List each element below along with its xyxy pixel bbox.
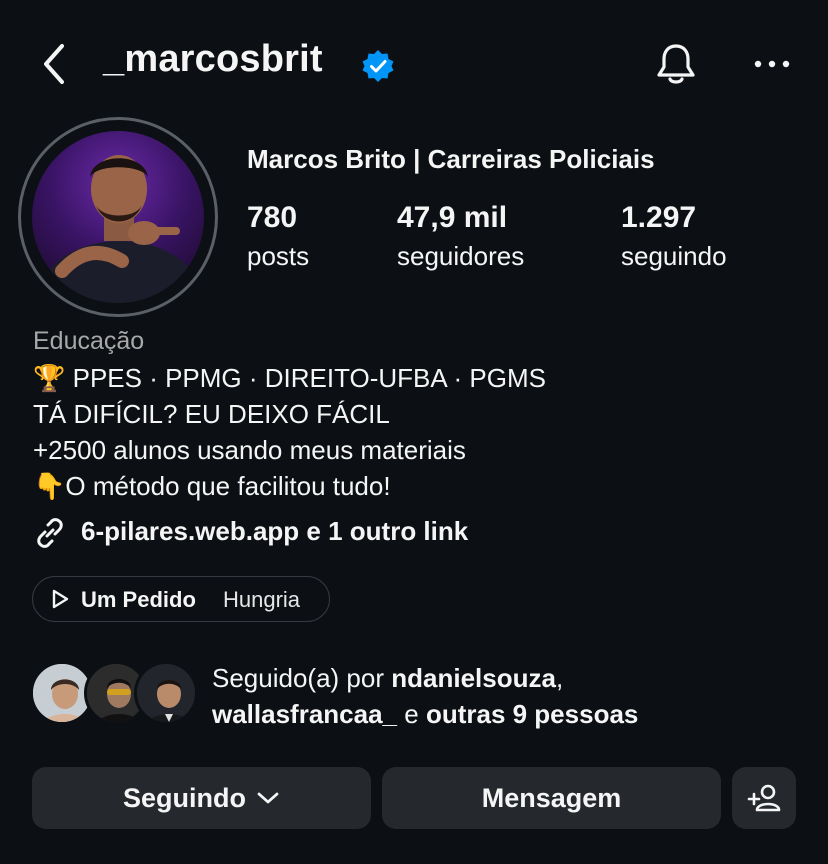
more-icon[interactable] (748, 48, 796, 80)
back-icon[interactable] (36, 40, 76, 88)
top-bar: _marcosbrit (0, 0, 828, 130)
following-button[interactable]: Seguindo (32, 767, 371, 829)
music-title: Um Pedido (81, 587, 196, 612)
add-person-icon (747, 784, 781, 812)
stat-posts-label: posts (247, 241, 310, 271)
followed-by-text[interactable]: Seguido(a) por ndanielsouza, wallasfranc… (212, 660, 812, 732)
following-button-label: Seguindo (123, 782, 246, 813)
followed-by-user[interactable]: ndanielsouza (391, 663, 556, 693)
followed-by-separator: , (555, 663, 564, 693)
stat-following[interactable]: 1.297 seguindo (621, 200, 727, 274)
profile-username: _marcosbrit (103, 38, 323, 80)
stat-following-label: seguindo (621, 241, 727, 271)
profile-category: Educação (33, 327, 145, 355)
bio-line: 👇O método que facilitou tudo! (33, 471, 391, 501)
music-artist: Hungria (223, 587, 301, 612)
followed-by-others[interactable]: outras 9 pessoas (426, 699, 638, 729)
bio-line: +2500 alunos usando meus materiais (33, 435, 466, 465)
suggest-people-button[interactable] (732, 767, 796, 829)
followed-by-and: e (397, 699, 426, 729)
bio-line: 🏆 PPES · PPMG · DIREITO-UFBA · PGMS (33, 363, 546, 393)
verified-badge-icon (361, 49, 395, 83)
bell-icon[interactable] (652, 40, 700, 88)
stat-followers-value: 47,9 mil (397, 201, 508, 234)
bio-link-text: 6-pilares.web.app e 1 outro link (81, 516, 469, 546)
followed-by-prefix: Seguido(a) por (212, 663, 392, 693)
profile-music-pill[interactable]: Um Pedido Hungria (32, 576, 330, 622)
stat-followers-label: seguidores (397, 241, 525, 271)
stat-following-value: 1.297 (621, 201, 697, 234)
profile-avatar[interactable] (32, 131, 204, 303)
chevron-down-icon (257, 792, 279, 804)
play-icon (52, 589, 69, 609)
follower-avatar[interactable] (134, 661, 198, 725)
link-icon (37, 518, 63, 548)
profile-full-name: Marcos Brito | Carreiras Policiais (247, 144, 655, 174)
followed-by-user[interactable]: wallasfrancaa_ (212, 699, 397, 729)
message-button[interactable]: Mensagem (382, 767, 721, 829)
stat-followers[interactable]: 47,9 mil seguidores (397, 200, 524, 274)
message-button-label: Mensagem (481, 782, 622, 813)
stat-posts[interactable]: 780 posts (247, 200, 309, 274)
bio-line: TÁ DIFÍCIL? EU DEIXO FÁCIL (33, 399, 390, 429)
stat-posts-value: 780 (247, 201, 298, 234)
